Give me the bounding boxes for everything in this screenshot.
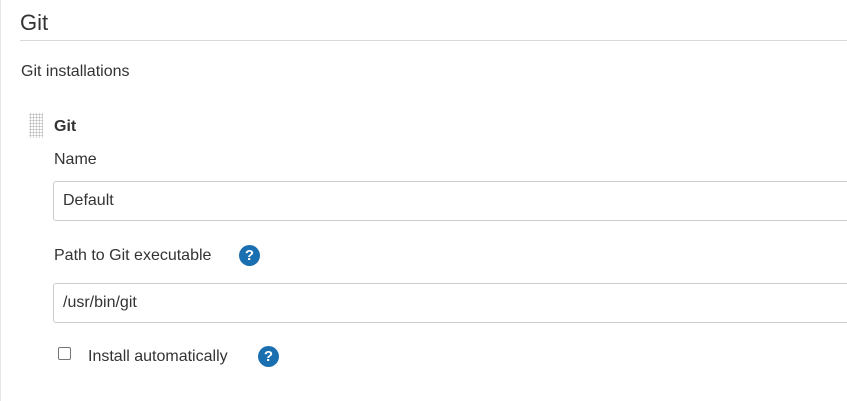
git-config-page: Git Git installations Git Name Path to G… — [0, 0, 847, 401]
git-installations-label: Git installations — [21, 63, 130, 80]
installation-title: Git — [54, 118, 77, 135]
section-divider — [20, 40, 847, 41]
path-help-icon[interactable]: ? — [239, 245, 260, 266]
name-label: Name — [54, 151, 97, 168]
name-field[interactable] — [53, 181, 847, 221]
path-label: Path to Git executable — [54, 247, 212, 264]
path-field[interactable] — [53, 283, 847, 323]
install-automatically-label[interactable]: Install automatically — [88, 347, 228, 367]
install-help-icon[interactable]: ? — [258, 346, 279, 367]
install-automatically-checkbox[interactable] — [58, 347, 71, 360]
drag-handle-icon[interactable] — [29, 113, 43, 138]
section-title: Git — [20, 10, 49, 35]
